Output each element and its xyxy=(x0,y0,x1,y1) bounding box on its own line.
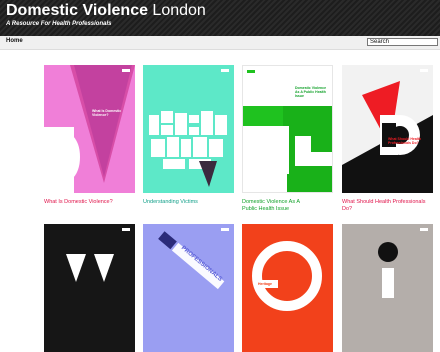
cover-logo xyxy=(420,228,428,231)
search-input[interactable] xyxy=(367,38,438,46)
guide-cover-row2-3[interactable]: Heritage xyxy=(242,224,333,352)
cover-graphic xyxy=(378,242,398,298)
cover-graphic xyxy=(66,254,114,282)
cover-title: Domestic Violence As A Public Health Iss… xyxy=(295,86,327,98)
guide-cover-public-health[interactable]: Domestic Violence As A Public Health Iss… xyxy=(242,65,333,193)
cover-graphic xyxy=(252,241,322,311)
cover-graphic xyxy=(44,65,135,193)
cover-logo xyxy=(221,69,229,72)
site-header: Domestic Violence London A Resource For … xyxy=(0,0,440,36)
guide-cover-row2-4[interactable] xyxy=(342,224,433,352)
cover-graphic xyxy=(342,81,433,193)
guide-link-what-is-dv[interactable]: What Is Domestic Violence? xyxy=(44,199,139,206)
cover-graphic xyxy=(158,231,225,290)
guide-cover-what-is-dv[interactable]: What Is Domestic Violence? xyxy=(44,65,135,193)
guide-link-understanding-victims[interactable]: Understanding Victims xyxy=(143,199,238,206)
cover-title: Heritage xyxy=(258,282,273,286)
cover-logo xyxy=(420,69,428,72)
cover-logo xyxy=(221,228,229,231)
guide-link-what-should-hp-do[interactable]: What Should Health Professionals Do? xyxy=(342,199,437,213)
cover-graphic xyxy=(149,111,227,187)
cover-title: What Should Health Professionals Do? xyxy=(388,137,422,145)
guide-cover-row2-2[interactable]: PROFESSIONALS xyxy=(143,224,234,352)
guide-link-public-health[interactable]: Domestic Violence As A Public Health Iss… xyxy=(242,199,312,213)
cover-logo xyxy=(122,69,130,72)
guide-cover-what-should-hp-do[interactable]: What Should Health Professionals Do? xyxy=(342,65,433,193)
site-title[interactable]: Domestic Violence London xyxy=(6,2,206,20)
guide-cover-understanding-victims[interactable] xyxy=(143,65,234,193)
cover-logo xyxy=(247,70,255,73)
cover-title: What Is Domestic Violence? xyxy=(92,109,122,117)
site-title-light: London xyxy=(147,2,206,19)
site-tagline: A Resource For Health Professionals xyxy=(6,21,112,27)
site-title-bold: Domestic Violence xyxy=(6,2,148,19)
guide-cover-row2-1[interactable] xyxy=(44,224,135,352)
nav-home-link[interactable]: Home xyxy=(6,38,23,44)
cover-logo xyxy=(122,228,130,231)
